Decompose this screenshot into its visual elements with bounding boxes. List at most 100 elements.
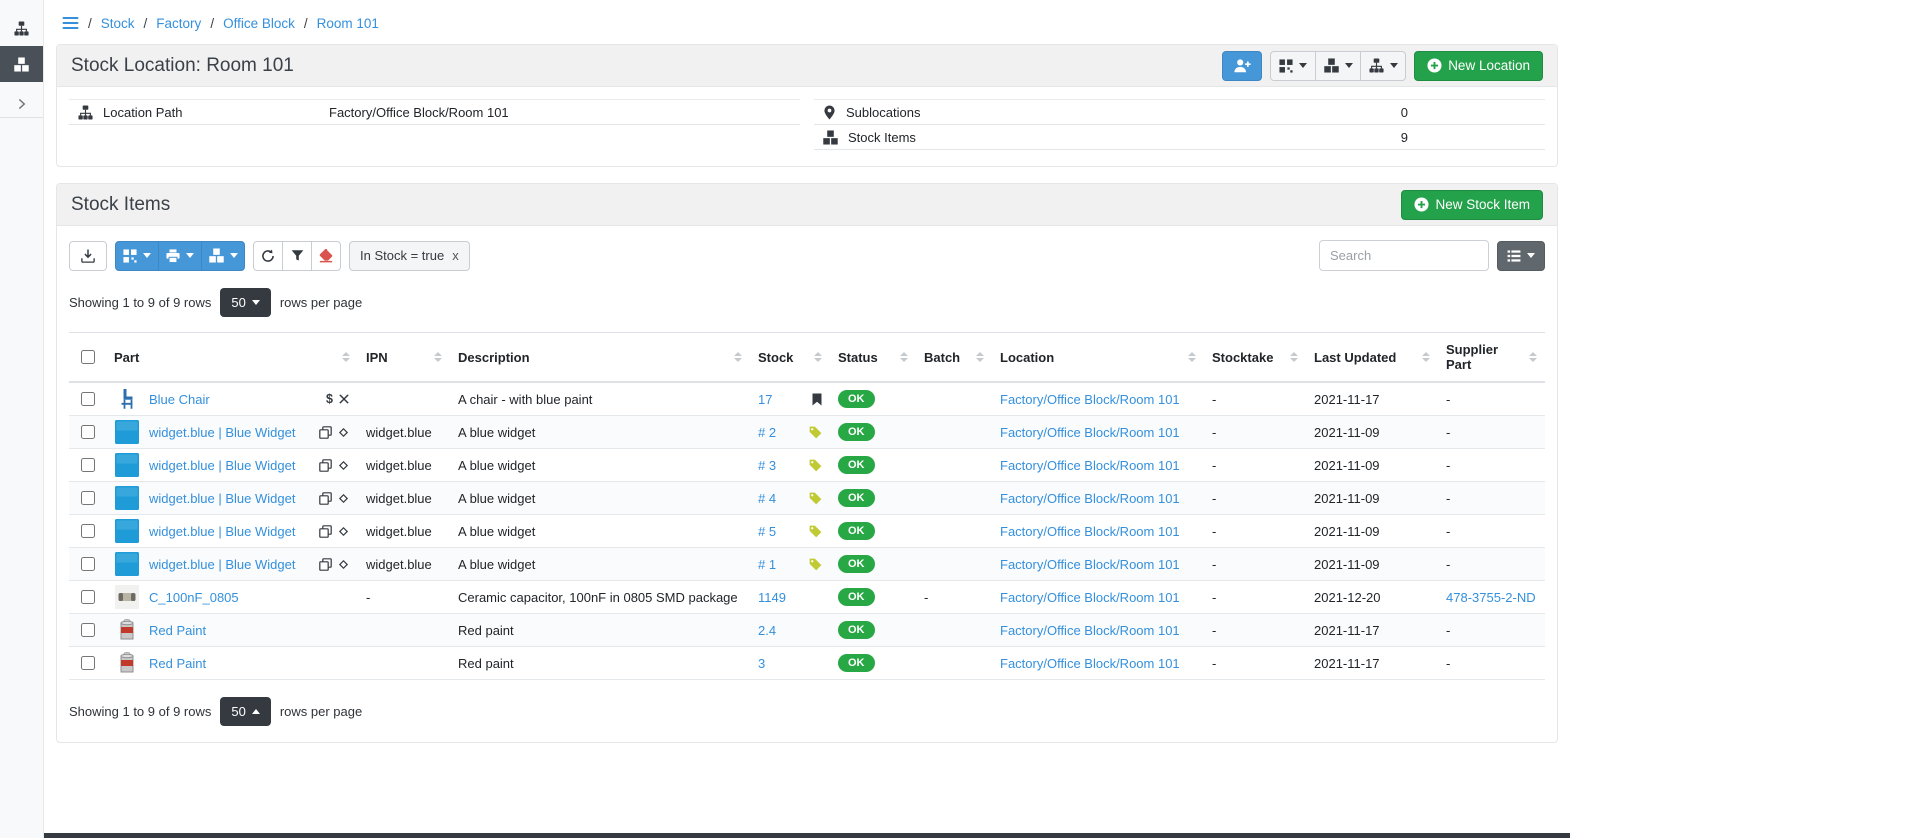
location-link[interactable]: Factory/Office Block/Room 101 (1000, 656, 1180, 671)
breadcrumb-link[interactable]: Room 101 (317, 16, 379, 31)
location-link[interactable]: Factory/Office Block/Room 101 (1000, 425, 1180, 440)
new-stock-item-button[interactable]: New Stock Item (1401, 190, 1543, 220)
table-row: widget.blue | Blue Widgetwidget.blueA bl… (69, 449, 1545, 482)
part-link[interactable]: Red Paint (149, 656, 206, 671)
stock-quantity-link[interactable]: # 5 (758, 524, 776, 539)
location-link[interactable]: Factory/Office Block/Room 101 (1000, 458, 1180, 473)
last-updated-cell: 2021-11-09 (1306, 548, 1438, 581)
supplier-part-cell: - (1438, 647, 1545, 680)
menu-icon[interactable] (62, 16, 79, 30)
barcode-actions-dropdown[interactable] (115, 241, 159, 271)
sort-icon[interactable] (1414, 352, 1430, 362)
row-checkbox[interactable] (81, 392, 95, 406)
sidebar-expand-button[interactable] (0, 90, 43, 118)
row-checkbox[interactable] (81, 557, 95, 571)
stock-quantity-link[interactable]: # 2 (758, 425, 776, 440)
location-link[interactable]: Factory/Office Block/Room 101 (1000, 491, 1180, 506)
location-stats-table: Sublocations0Stock Items9 (814, 99, 1545, 150)
sidebar-item-stock[interactable] (0, 46, 43, 82)
part-link[interactable]: widget.blue | Blue Widget (149, 524, 295, 539)
stock-quantity-link[interactable]: 3 (758, 656, 765, 671)
column-header-supplier-part[interactable]: Supplier Part (1438, 333, 1545, 383)
sort-icon[interactable] (726, 352, 742, 362)
location-link[interactable]: Factory/Office Block/Room 101 (1000, 623, 1180, 638)
row-checkbox[interactable] (81, 623, 95, 637)
part-flag-icons (319, 492, 350, 505)
part-link[interactable]: widget.blue | Blue Widget (149, 491, 295, 506)
export-button[interactable] (69, 241, 107, 271)
filter-button[interactable] (282, 241, 312, 271)
sort-icon[interactable] (1521, 352, 1537, 362)
location-link[interactable]: Factory/Office Block/Room 101 (1000, 392, 1180, 407)
status-badge: OK (838, 555, 875, 573)
location-link[interactable]: Factory/Office Block/Room 101 (1000, 557, 1180, 572)
map-marker-icon (823, 105, 836, 120)
column-header-location[interactable]: Location (992, 333, 1204, 383)
search-input[interactable] (1319, 240, 1489, 271)
location-link[interactable]: Factory/Office Block/Room 101 (1000, 524, 1180, 539)
column-header-stock[interactable]: Stock (750, 333, 830, 383)
stock-options-dropdown[interactable] (201, 241, 245, 271)
row-checkbox[interactable] (81, 458, 95, 472)
filter-chip-remove[interactable]: x (452, 248, 459, 263)
column-header-stocktake[interactable]: Stocktake (1204, 333, 1306, 383)
part-link[interactable]: widget.blue | Blue Widget (149, 425, 295, 440)
stock-actions-dropdown[interactable] (1315, 51, 1361, 81)
print-actions-dropdown[interactable] (158, 241, 202, 271)
sort-icon[interactable] (426, 352, 442, 362)
part-link[interactable]: C_100nF_0805 (149, 590, 239, 605)
printer-icon (166, 249, 180, 263)
stock-quantity-link[interactable]: # 1 (758, 557, 776, 572)
row-checkbox[interactable] (81, 491, 95, 505)
sort-icon[interactable] (806, 352, 822, 362)
sort-icon[interactable] (892, 352, 908, 362)
breadcrumb-link[interactable]: Office Block (223, 16, 295, 31)
breadcrumb-link[interactable]: Stock (101, 16, 135, 31)
column-header-part[interactable]: Part (106, 333, 358, 383)
part-link[interactable]: widget.blue | Blue Widget (149, 557, 295, 572)
location-link[interactable]: Factory/Office Block/Room 101 (1000, 590, 1180, 605)
row-checkbox[interactable] (81, 590, 95, 604)
sort-icon[interactable] (1282, 352, 1298, 362)
part-link[interactable]: widget.blue | Blue Widget (149, 458, 295, 473)
stocktake-cell: - (1204, 416, 1306, 449)
stock-quantity-link[interactable]: 2.4 (758, 623, 776, 638)
stock-quantity-link[interactable]: # 3 (758, 458, 776, 473)
row-checkbox[interactable] (81, 425, 95, 439)
layers-icon (319, 558, 332, 571)
refresh-button[interactable] (253, 241, 283, 271)
ipn-cell: - (358, 581, 450, 614)
clear-filters-button[interactable] (311, 241, 341, 271)
stock-quantity-link[interactable]: # 4 (758, 491, 776, 506)
column-header-last-updated[interactable]: Last Updated (1306, 333, 1438, 383)
page-size-dropdown[interactable]: 50 (220, 697, 270, 726)
column-header-description[interactable]: Description (450, 333, 750, 383)
sort-icon[interactable] (334, 352, 350, 362)
location-actions-dropdown[interactable] (1360, 51, 1406, 81)
row-checkbox[interactable] (81, 524, 95, 538)
stocktake-cell: - (1204, 449, 1306, 482)
column-label: Stocktake (1212, 350, 1273, 365)
sort-icon[interactable] (1180, 352, 1196, 362)
sidebar (0, 0, 44, 838)
column-header-ipn[interactable]: IPN (358, 333, 450, 383)
stock-items-title: Stock Items (71, 194, 170, 216)
new-location-button[interactable]: New Location (1414, 51, 1543, 81)
barcode-actions-dropdown[interactable] (1270, 51, 1316, 81)
part-link[interactable]: Red Paint (149, 623, 206, 638)
sitemap-icon (1369, 58, 1384, 73)
row-checkbox[interactable] (81, 656, 95, 670)
sidebar-item-locations[interactable] (0, 10, 43, 46)
stock-quantity-link[interactable]: 1149 (758, 590, 786, 605)
select-all-checkbox[interactable] (81, 350, 95, 364)
supplier-part-link[interactable]: 478-3755-2-ND (1446, 590, 1536, 605)
part-link[interactable]: Blue Chair (149, 392, 210, 407)
stock-quantity-link[interactable]: 17 (758, 392, 772, 407)
admin-button[interactable] (1222, 51, 1262, 81)
column-header-status[interactable]: Status (830, 333, 916, 383)
column-header-batch[interactable]: Batch (916, 333, 992, 383)
sort-icon[interactable] (968, 352, 984, 362)
column-select-button[interactable] (1497, 241, 1545, 271)
page-size-dropdown[interactable]: 50 (220, 288, 270, 317)
breadcrumb-link[interactable]: Factory (156, 16, 201, 31)
